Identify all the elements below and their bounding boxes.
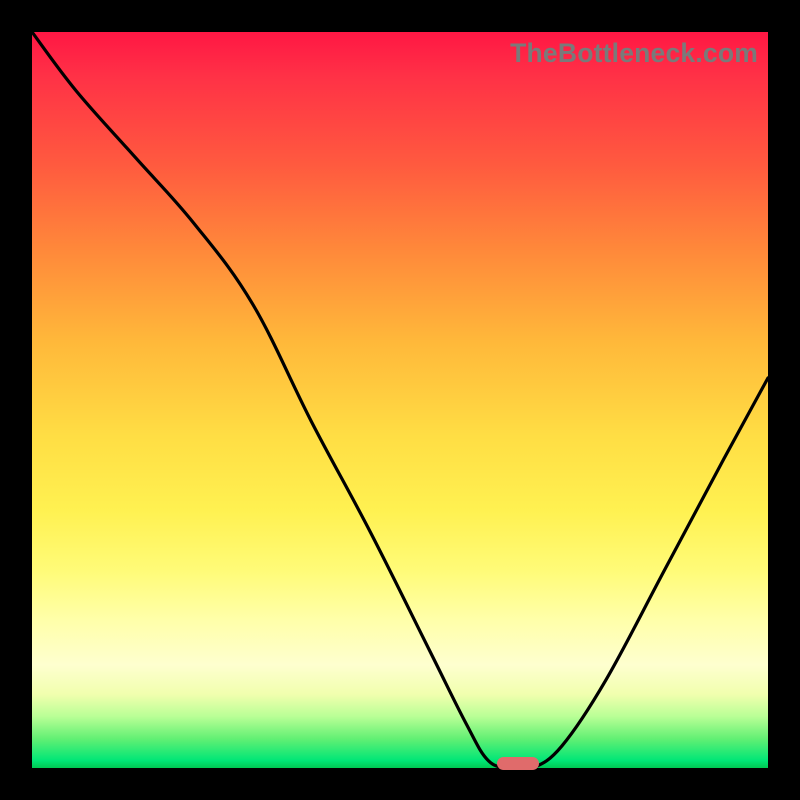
optimum-marker xyxy=(497,757,539,770)
plot-area: TheBottleneck.com xyxy=(32,32,768,768)
bottleneck-curve-path xyxy=(32,32,768,768)
chart-container: TheBottleneck.com xyxy=(0,0,800,800)
curve-svg xyxy=(32,32,768,768)
watermark-text: TheBottleneck.com xyxy=(510,38,758,69)
